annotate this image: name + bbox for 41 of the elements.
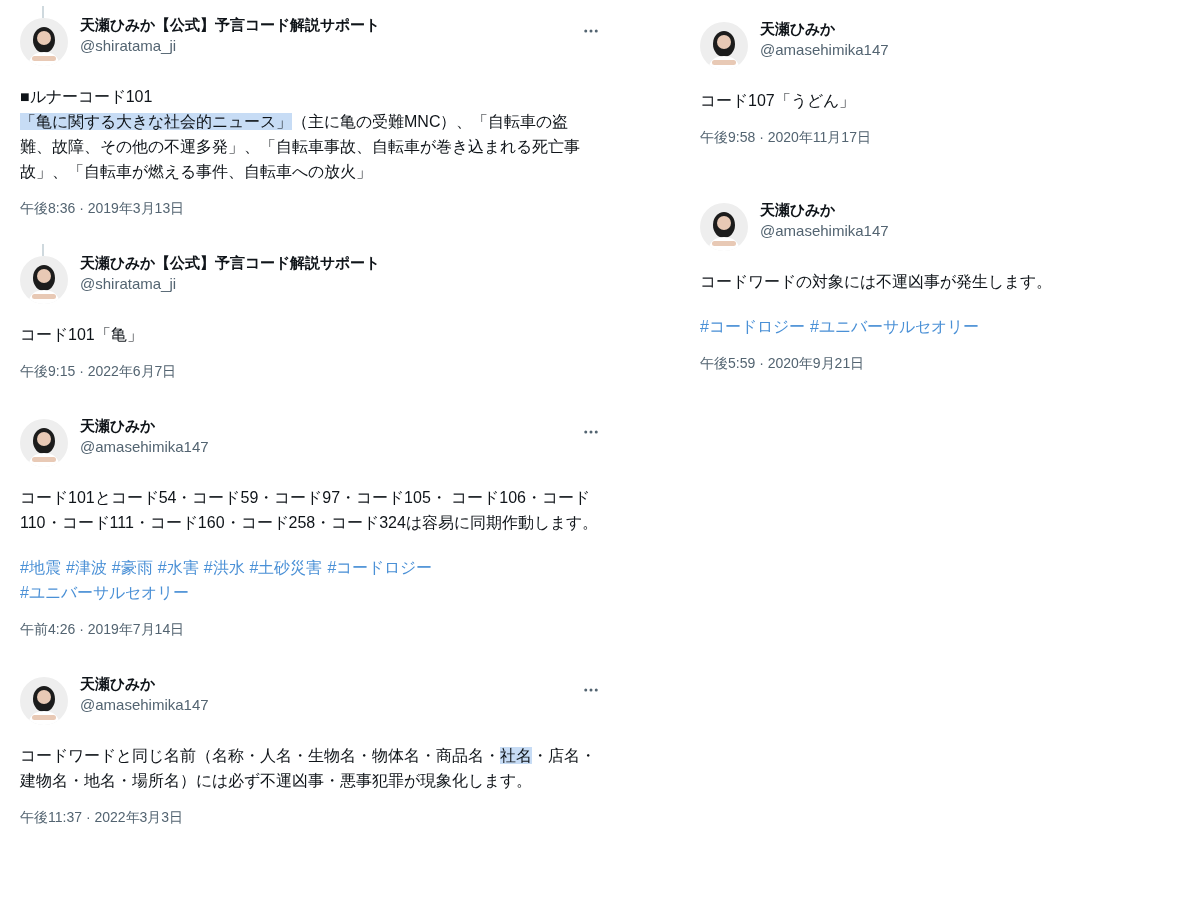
tweet-text: 「亀に関する大きな社会的ニュース」（主に亀の受難MNC）、「自転車の盗難、故障、その他の不運多発」、「自転車事故、自転車が巻き込まれる死亡事故」、「自転車が燃える事件、自転車への放火」 bbox=[20, 112, 581, 182]
hashtag-link[interactable]: #コードロジー bbox=[700, 314, 805, 339]
tweet-text: コード107「うどん」 bbox=[700, 91, 856, 111]
tweet-time[interactable]: 午後9:15 · 2022年6月7日 bbox=[20, 363, 600, 381]
hashtag-link[interactable]: #水害 bbox=[157, 555, 199, 580]
tweet-text: コード101「亀」 bbox=[20, 325, 144, 345]
hashtag-link[interactable]: #ユニバーサルセオリー bbox=[20, 580, 189, 605]
tweet-text: ■ルナーコード101 bbox=[20, 87, 154, 107]
tweet-text: コード101とコード54・コード59・コード97・コード105・ コード106・コード110・コード111・コード160・コード258・コード324は容易に同期作動します。 bbox=[20, 488, 599, 533]
tweet-time[interactable]: 午後9:58 · 2020年11月17日 bbox=[700, 129, 1080, 147]
hashtag-link[interactable]: #土砂災害 bbox=[249, 555, 323, 580]
author-handle[interactable]: @amasehimika147 bbox=[760, 41, 1080, 58]
author-handle[interactable]: @amasehimika147 bbox=[760, 222, 1080, 239]
tweet-time[interactable]: 午後5:59 · 2020年9月21日 bbox=[700, 355, 1080, 373]
author-name[interactable]: 天瀬ひみか【公式】予言コード解説サポート bbox=[80, 16, 570, 35]
author-name[interactable]: 天瀬ひみか bbox=[760, 201, 1080, 220]
hashtag-link[interactable]: #コードロジー bbox=[327, 555, 433, 580]
author-handle[interactable]: @shiratama_ji bbox=[80, 275, 600, 292]
hashtag-link[interactable]: #地震 bbox=[20, 555, 61, 580]
tweet-time[interactable]: 午後11:37 · 2022年3月3日 bbox=[20, 809, 600, 827]
tweet-text: コードワードの対象には不運凶事が発生します。 bbox=[700, 272, 1053, 292]
avatar[interactable] bbox=[700, 203, 748, 251]
author-name[interactable]: 天瀬ひみか bbox=[80, 417, 570, 436]
tweet-text: コードワードと同じ名前（名称・人名・生物名・物体名・商品名・社名・店名・建物名・地名・場所名）には必ず不運凶事・悪事犯罪が現象化します。 bbox=[20, 746, 597, 791]
hashtag-link[interactable]: #津波 bbox=[65, 555, 107, 580]
hashtag-link[interactable]: #豪雨 bbox=[111, 555, 153, 580]
avatar[interactable] bbox=[20, 677, 68, 725]
author-handle[interactable]: @amasehimika147 bbox=[80, 438, 570, 455]
avatar[interactable] bbox=[20, 419, 68, 467]
author-handle[interactable]: @amasehimika147 bbox=[80, 696, 570, 713]
author-name[interactable]: 天瀬ひみか bbox=[80, 675, 570, 694]
tweet-time[interactable]: 午後8:36 · 2019年3月13日 bbox=[20, 200, 600, 218]
hashtag-link[interactable]: #洪水 bbox=[203, 555, 245, 580]
author-handle[interactable]: @shiratama_ji bbox=[80, 37, 570, 54]
hashtag-link[interactable]: #ユニバーサルセオリー bbox=[809, 314, 979, 339]
avatar[interactable] bbox=[700, 22, 748, 70]
avatar[interactable] bbox=[20, 18, 68, 66]
avatar[interactable] bbox=[20, 256, 68, 304]
tweet-time[interactable]: 午前4:26 · 2019年7月14日 bbox=[20, 621, 600, 639]
author-name[interactable]: 天瀬ひみか【公式】予言コード解説サポート bbox=[80, 254, 600, 273]
author-name[interactable]: 天瀬ひみか bbox=[760, 20, 1080, 39]
